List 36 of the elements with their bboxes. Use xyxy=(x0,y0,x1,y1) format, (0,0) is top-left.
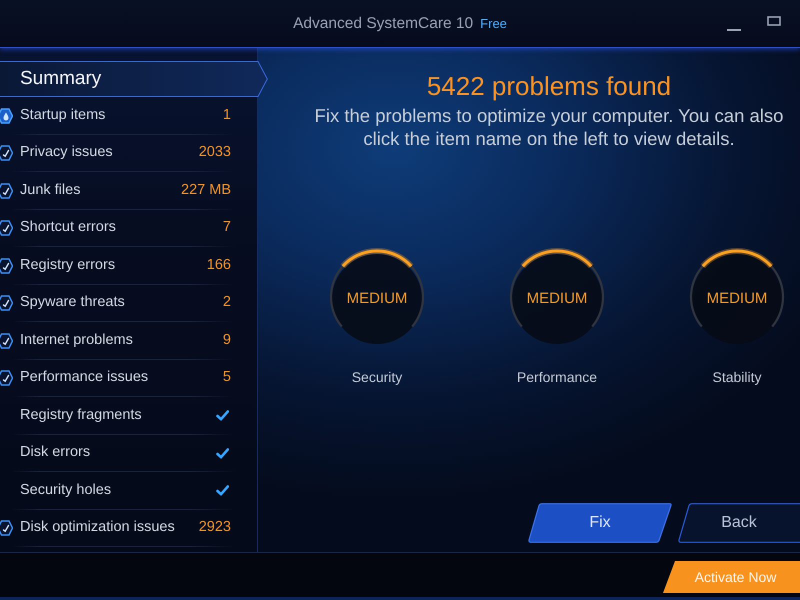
issue-count: 2033 xyxy=(198,143,232,162)
issue-count: 2 xyxy=(222,293,232,312)
issue-count: 9 xyxy=(222,330,232,350)
checkbox-icon[interactable] xyxy=(0,108,13,124)
issue-count: 2923 xyxy=(198,518,232,538)
issue-count: 227 MB xyxy=(181,180,232,200)
issue-count: 166 xyxy=(206,256,232,275)
fix-button[interactable]: Fix xyxy=(528,503,672,543)
checkbox-icon[interactable] xyxy=(0,258,13,274)
gauge-rating: MEDIUM xyxy=(706,289,768,309)
minimize-icon[interactable] xyxy=(727,28,741,32)
checkbox-icon[interactable] xyxy=(0,332,13,349)
description-text: Fix the problems to optimize your computer. You can also click the item name on the left to view details. xyxy=(314,104,784,150)
problems-heading: 5422 problems found xyxy=(426,71,672,101)
checkbox-icon[interactable] xyxy=(0,145,13,162)
tick-icon xyxy=(216,448,229,459)
edition-label: Free xyxy=(480,14,507,33)
back-button[interactable]: Back xyxy=(678,503,800,543)
gauge-rating: MEDIUM xyxy=(526,289,588,309)
gauge-label: Security xyxy=(352,369,402,386)
checkbox-icon[interactable] xyxy=(0,220,13,236)
gauge-label: Stability xyxy=(712,369,762,386)
tick-icon xyxy=(216,410,229,422)
issue-count: 5 xyxy=(222,368,232,388)
gauge-rating: MEDIUM xyxy=(346,289,408,309)
gauge-label: Performance xyxy=(516,369,598,386)
summary-tab[interactable]: Summary xyxy=(0,61,268,97)
checkbox-icon[interactable] xyxy=(0,295,13,312)
issue-count: 1 xyxy=(222,106,232,125)
checkbox-icon[interactable] xyxy=(0,182,13,199)
checkbox-icon[interactable] xyxy=(0,370,13,386)
window-title: Advanced SystemCare 10 xyxy=(293,14,474,34)
tick-icon xyxy=(216,485,229,496)
maximize-icon[interactable] xyxy=(767,16,781,26)
checkbox-icon[interactable] xyxy=(0,520,13,536)
issue-count: 7 xyxy=(222,218,232,238)
